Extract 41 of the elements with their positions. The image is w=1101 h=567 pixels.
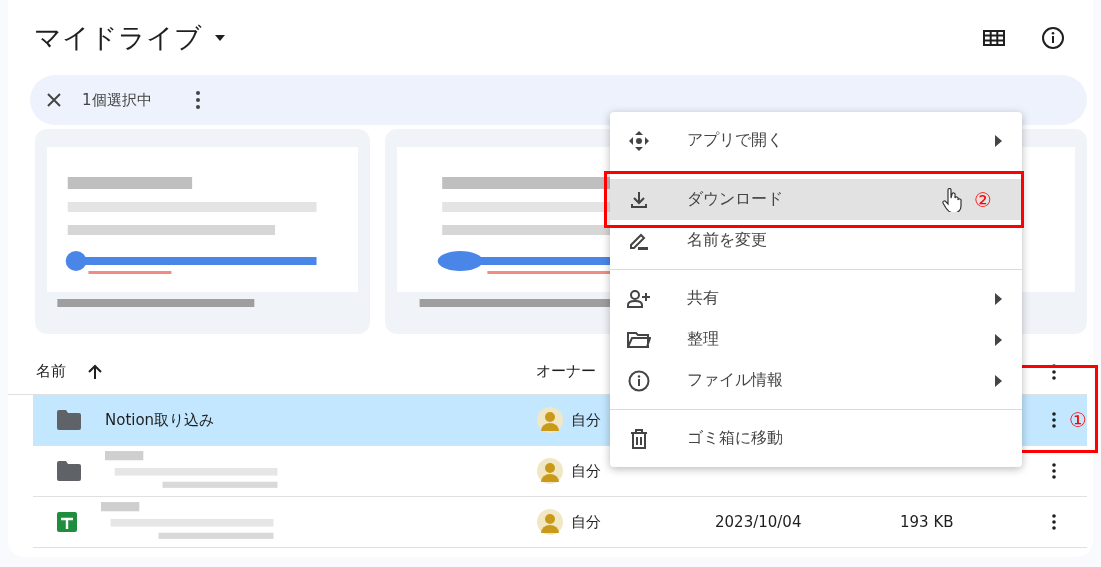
folder-icon — [57, 461, 81, 481]
add-person-icon — [627, 289, 651, 308]
grid-view-icon[interactable] — [983, 29, 1005, 46]
close-icon[interactable] — [46, 92, 62, 108]
menu-item[interactable]: 名前を変更 — [610, 220, 1022, 261]
avatar — [535, 507, 565, 537]
menu-item[interactable]: アプリで開く — [610, 120, 1022, 161]
selection-count: 1個選択中 — [82, 90, 152, 110]
file-card[interactable] — [35, 129, 370, 334]
move-arrows-icon — [627, 129, 651, 152]
sort-up-icon[interactable] — [88, 363, 102, 380]
pencil-icon — [627, 231, 651, 250]
avatar — [535, 456, 565, 486]
owner-text: 自分 — [571, 410, 601, 430]
column-header[interactable]: オーナー — [536, 362, 596, 381]
menu-item[interactable]: 整理 — [610, 319, 1022, 360]
spreadsheet-icon — [57, 512, 77, 532]
file-size: 193 KB — [900, 513, 955, 531]
more-icon[interactable] — [1052, 463, 1056, 479]
owner-text: 自分 — [571, 461, 601, 481]
annotation-number: ① — [1069, 408, 1087, 432]
modified-date: 2023/10/04 — [715, 513, 803, 531]
avatar — [535, 405, 565, 435]
folder-icon — [57, 410, 81, 430]
hand-cursor-icon — [942, 187, 963, 212]
folder-icon — [627, 330, 651, 349]
caret-icon — [214, 33, 226, 42]
more-icon[interactable] — [1052, 363, 1056, 380]
more-icon[interactable] — [1052, 412, 1056, 428]
file-row[interactable]: 自分 2023/10/04 193 KB — [33, 497, 1087, 548]
drive-title[interactable]: マイドライブ — [30, 19, 230, 56]
info-icon — [627, 369, 651, 392]
menu-item[interactable]: 共有 — [610, 278, 1022, 319]
annotation-number: ② — [974, 187, 992, 212]
info-icon[interactable] — [1041, 25, 1065, 50]
more-icon[interactable] — [1052, 514, 1056, 530]
owner-text: 自分 — [571, 512, 601, 532]
menu-item[interactable]: ダウンロード ② — [610, 179, 1022, 220]
more-icon[interactable] — [195, 91, 200, 109]
file-name: Notion取り込み — [105, 410, 215, 430]
column-header[interactable]: 名前 — [36, 362, 66, 381]
